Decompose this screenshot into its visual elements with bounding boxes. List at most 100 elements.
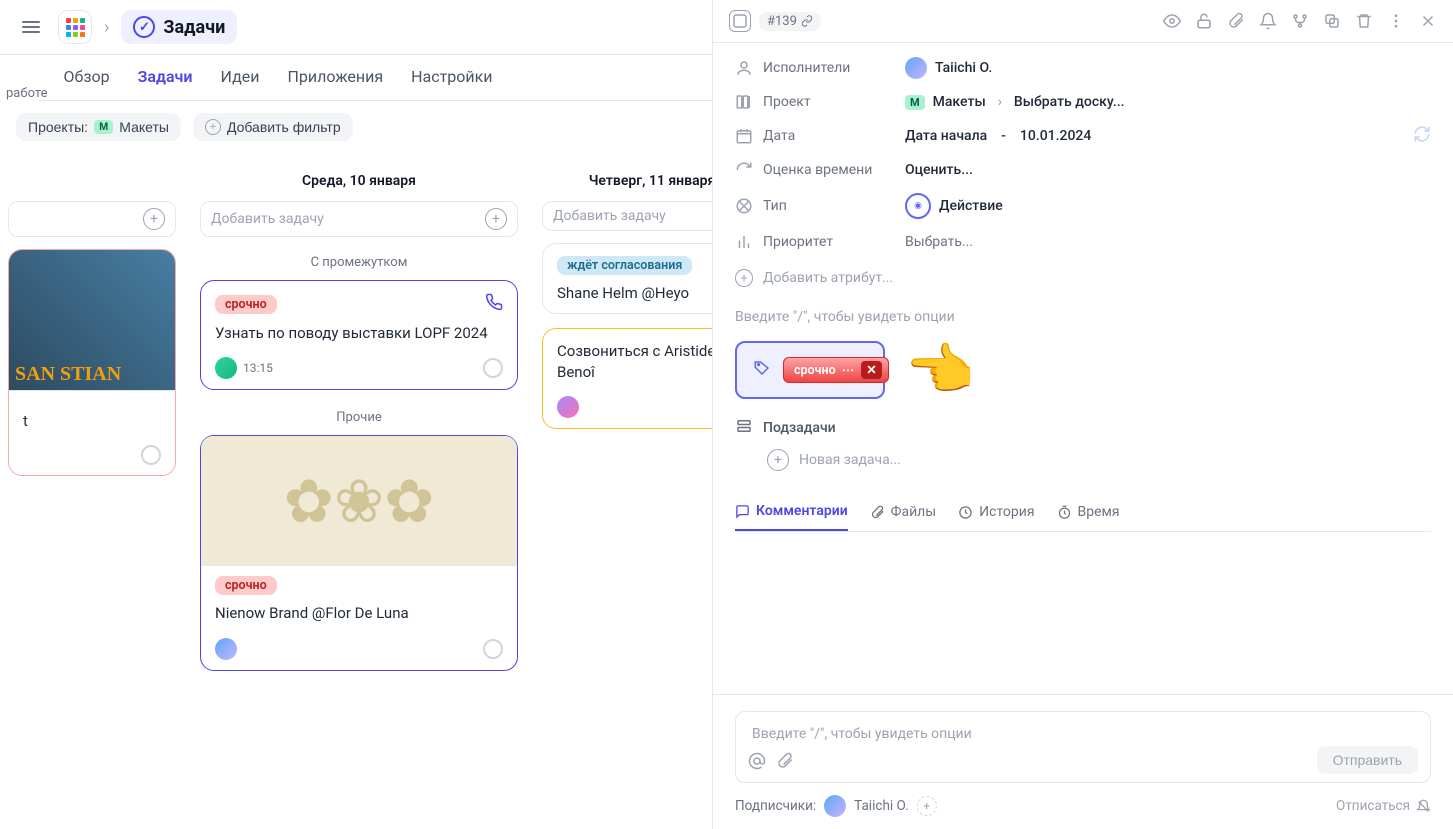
- section-label: Прочие: [200, 404, 518, 435]
- sync-icon[interactable]: [1413, 125, 1431, 147]
- panel-footer: Введите "/", чтобы увидеть опции Отправи…: [713, 694, 1453, 829]
- add-task-input[interactable]: Добавить задачу +: [200, 201, 518, 237]
- lock-open-icon[interactable]: [1195, 12, 1213, 30]
- task-card-aristide[interactable]: Созвониться с Aristide Benoî: [542, 328, 712, 429]
- subscriber-name: Taiichi O.: [854, 798, 909, 814]
- add-attribute-button[interactable]: + Добавить атрибут...: [735, 265, 1431, 287]
- copy-icon[interactable]: [1323, 12, 1341, 30]
- task-card-partial-image[interactable]: t: [8, 249, 176, 476]
- card-title-fragment: t: [23, 411, 161, 431]
- tab-ideas[interactable]: Идеи: [220, 67, 259, 100]
- board-select[interactable]: Выбрать доску...: [1014, 94, 1125, 110]
- column-wednesday: Среда, 10 января Добавить задачу + С про…: [200, 161, 518, 805]
- editor-placeholder[interactable]: Введите "/", чтобы увидеть опции: [735, 301, 1431, 341]
- tag-editor-block[interactable]: срочно ⋯ ✕: [735, 341, 885, 399]
- add-attribute-label: Добавить атрибут...: [763, 270, 893, 286]
- tag-pill-urgent[interactable]: срочно ⋯ ✕: [783, 357, 889, 383]
- branch-icon[interactable]: [1291, 12, 1309, 30]
- filter-projects[interactable]: Проекты: М Макеты: [16, 113, 181, 141]
- label: Приоритет: [763, 234, 833, 250]
- panel-header: #139: [713, 0, 1453, 43]
- label: Проект: [763, 94, 811, 110]
- status-ring-icon[interactable]: [141, 445, 161, 465]
- plus-icon: +: [205, 119, 221, 135]
- eye-icon[interactable]: [1163, 12, 1181, 30]
- unsubscribe-button[interactable]: Отписаться: [1336, 798, 1431, 814]
- add-filter-button[interactable]: + Добавить фильтр: [193, 113, 353, 141]
- menu-icon[interactable]: [16, 15, 46, 39]
- task-card-shane[interactable]: ждёт согласования Shane Helm @Heyo: [542, 243, 712, 314]
- label: Исполнители: [763, 60, 850, 76]
- column-thursday: Четверг, 11 января Добавить задачу ждёт …: [542, 161, 712, 805]
- send-button[interactable]: Отправить: [1317, 746, 1418, 774]
- subscribers-label: Подписчики:: [735, 798, 816, 814]
- task-detail-panel: #139 Исполнители Taiichi O. Проект М Мак…: [713, 0, 1453, 829]
- attachment-icon[interactable]: [1227, 12, 1245, 30]
- field-assignees[interactable]: Исполнители Taiichi O.: [735, 57, 1431, 79]
- task-card-nienow[interactable]: ✿❀✿ срочно Nienow Brand @Flor De Luna: [200, 435, 518, 670]
- assignee-name: Taiichi O.: [935, 60, 992, 76]
- checkbox-icon[interactable]: [729, 10, 751, 32]
- task-body: Введите "/", чтобы увидеть опции срочно …: [713, 293, 1453, 694]
- task-card-lopf[interactable]: срочно Узнать по поводу выставки LOPF 20…: [200, 280, 518, 390]
- attachment-icon[interactable]: [776, 752, 794, 774]
- comment-input[interactable]: Введите "/", чтобы увидеть опции Отправи…: [735, 711, 1431, 783]
- add-subscriber-icon[interactable]: +: [917, 796, 937, 816]
- date-start-label: Дата начала: [905, 128, 987, 144]
- comment-placeholder: Введите "/", чтобы увидеть опции: [752, 726, 972, 742]
- field-priority[interactable]: Приоритет Выбрать...: [735, 233, 1431, 251]
- mention-icon[interactable]: [748, 752, 766, 774]
- date-separator: -: [1001, 128, 1006, 144]
- tab-label: Комментарии: [756, 503, 848, 519]
- tab-time[interactable]: Время: [1057, 503, 1120, 531]
- tab-tasks[interactable]: Задачи: [138, 67, 193, 100]
- more-icon[interactable]: [1387, 12, 1405, 30]
- plus-circle-icon: +: [143, 208, 165, 230]
- app-logo[interactable]: [58, 10, 92, 44]
- field-date[interactable]: Дата Дата начала - 10.01.2024: [735, 125, 1431, 147]
- chevron-right-icon: ›: [104, 17, 109, 38]
- new-subtask-input[interactable]: + Новая задача...: [735, 449, 1431, 471]
- tab-settings[interactable]: Настройки: [411, 67, 492, 100]
- status-ring-icon[interactable]: [483, 639, 503, 659]
- tab-files[interactable]: Файлы: [870, 503, 936, 531]
- type-icon: [735, 197, 753, 215]
- status-ring-icon[interactable]: [483, 358, 503, 378]
- add-task-input[interactable]: Добавить задачу: [542, 201, 712, 231]
- column-partial: + t: [8, 161, 176, 805]
- tag-more-icon[interactable]: ⋯: [842, 362, 856, 378]
- section-label: С промежутком: [200, 249, 518, 280]
- module-chip[interactable]: ✓ Задачи: [121, 10, 237, 44]
- call-icon: [485, 293, 503, 315]
- tag-text: срочно: [794, 363, 836, 378]
- tag-waiting: ждёт согласования: [557, 256, 692, 275]
- tag-remove-icon[interactable]: ✕: [861, 361, 881, 379]
- plus-circle-icon: +: [485, 208, 507, 230]
- tab-history[interactable]: История: [958, 503, 1034, 531]
- card-title: Созвониться с Aristide Benoî: [557, 341, 712, 382]
- tab-overview[interactable]: Обзор: [63, 67, 109, 100]
- add-task-partial[interactable]: +: [8, 201, 176, 237]
- label: Дата: [763, 128, 795, 144]
- bell-icon[interactable]: [1259, 12, 1277, 30]
- subtasks-section: Подзадачи + Новая задача...: [735, 417, 1431, 471]
- field-estimate[interactable]: Оценка времени Оценить...: [735, 161, 1431, 179]
- field-project[interactable]: Проект М Макеты › Выбрать доску...: [735, 93, 1431, 111]
- action-type-icon: ◉: [905, 193, 931, 219]
- filter-project-name: Макеты: [119, 119, 169, 135]
- plus-circle-icon: +: [735, 269, 753, 287]
- card-title: Shane Helm @Heyo: [557, 283, 712, 303]
- tab-apps[interactable]: Приложения: [287, 67, 383, 100]
- card-title: Nienow Brand @Flor De Luna: [215, 603, 503, 623]
- unsubscribe-label: Отписаться: [1336, 798, 1410, 814]
- field-type[interactable]: Тип ◉ Действие: [735, 193, 1431, 219]
- module-title: Задачи: [163, 17, 225, 38]
- tab-comments[interactable]: Комментарии: [735, 503, 848, 531]
- close-icon[interactable]: [1419, 12, 1437, 30]
- task-id-chip[interactable]: #139: [759, 12, 821, 31]
- type-value: Действие: [939, 198, 1003, 214]
- plus-circle-icon: +: [767, 449, 789, 471]
- subtasks-label: Подзадачи: [763, 420, 836, 436]
- subscribers-row: Подписчики: Taiichi O. + Отписаться: [713, 783, 1453, 829]
- trash-icon[interactable]: [1355, 12, 1373, 30]
